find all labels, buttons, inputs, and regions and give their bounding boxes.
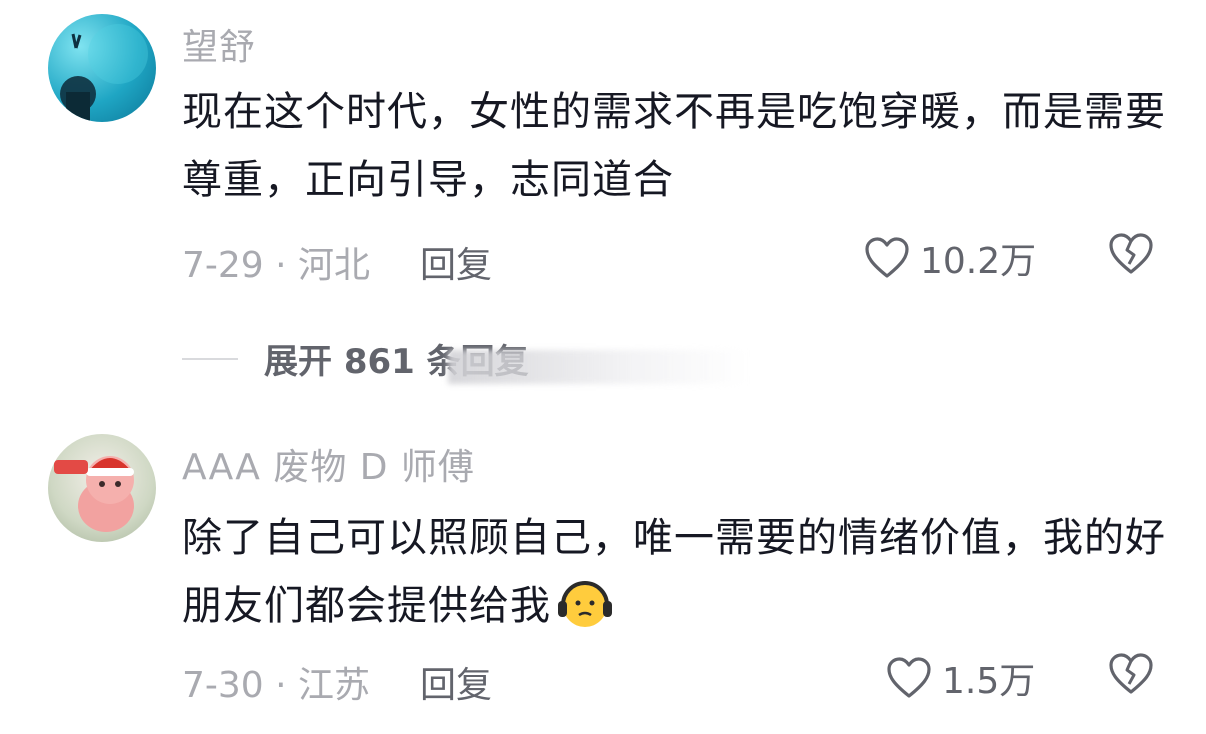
like-button[interactable]: 10.2万 [864, 232, 1036, 284]
blurred-overlay [448, 350, 748, 384]
dislike-button[interactable] [1108, 232, 1154, 280]
username[interactable]: AAA 废物 D 师傅 [182, 438, 475, 490]
broken-heart-icon [1109, 233, 1153, 274]
comment-text: 除了自己可以照顾自己，唯一需要的情绪价值，我的好朋友们都会提供给我 [182, 504, 1172, 640]
like-button[interactable]: 1.5万 [886, 652, 1035, 704]
broken-heart-icon [1109, 653, 1153, 694]
avatar[interactable] [48, 14, 156, 122]
username[interactable]: 望舒 [182, 18, 256, 70]
avatar[interactable] [48, 434, 156, 542]
reply-button[interactable]: 回复 [420, 656, 492, 708]
comment-meta: 7-29 · 河北 [182, 245, 371, 286]
like-count: 10.2万 [920, 241, 1037, 282]
reply-button[interactable]: 回复 [420, 236, 492, 288]
like-count: 1.5万 [942, 661, 1036, 702]
comment-meta: 7-30 · 江苏 [182, 665, 371, 706]
heart-outline-icon [865, 237, 909, 278]
comment-text-body: 除了自己可以照顾自己，唯一需要的情绪价值，我的好朋友们都会提供给我 [182, 515, 1166, 629]
divider [182, 357, 238, 360]
heart-outline-icon [887, 657, 931, 698]
comment-text: 现在这个时代，女性的需求不再是吃饱穿暖，而是需要尊重，正向引导，志同道合 [182, 89, 1166, 203]
comment-item: AAA 废物 D 师傅 除了自己可以照顾自己，唯一需要的情绪价值，我的好朋友们都… [0, 420, 1206, 734]
dislike-button[interactable] [1108, 652, 1154, 700]
comment-item: 望舒 现在这个时代，女性的需求不再是吃饱穿暖，而是需要尊重，正向引导，志同道合 … [0, 0, 1206, 300]
headphone-face-emoji [558, 581, 612, 627]
